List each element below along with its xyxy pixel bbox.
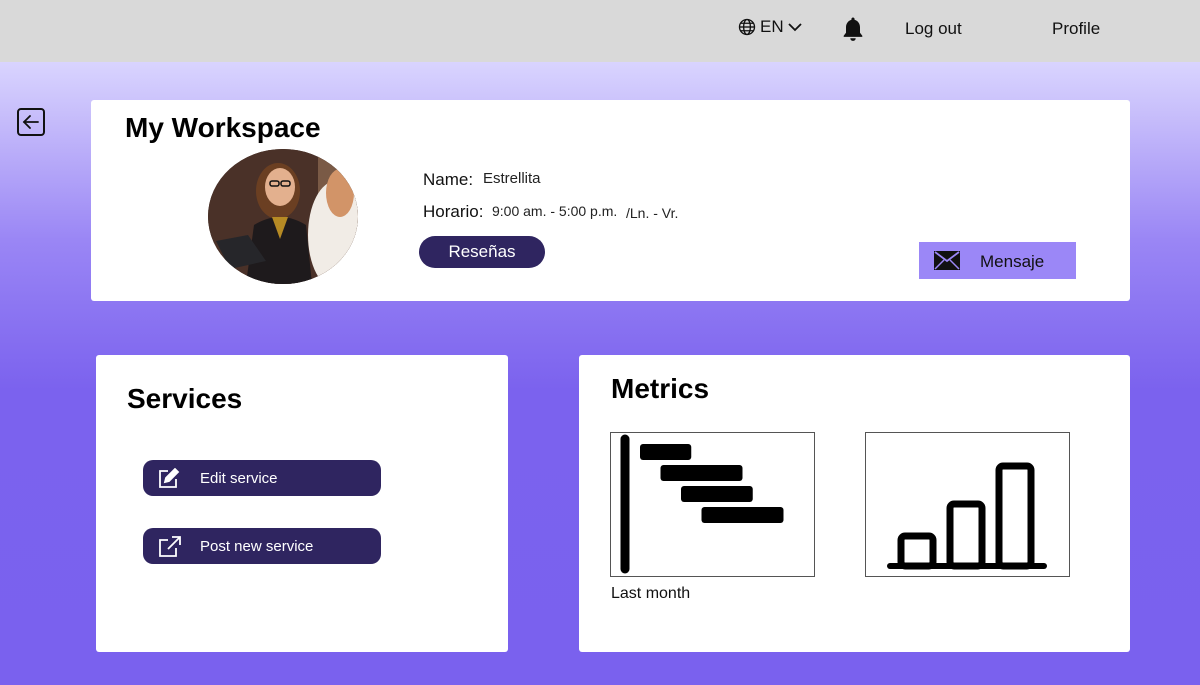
metrics-card: Metrics Last month bbox=[579, 355, 1130, 652]
horario-days: /Ln. - Vr. bbox=[626, 205, 679, 221]
vertical-bar-chart-svg bbox=[887, 462, 1047, 570]
chevron-down-icon bbox=[787, 23, 802, 32]
services-title: Services bbox=[127, 383, 243, 414]
avatar bbox=[208, 149, 358, 284]
horario-label: Horario: bbox=[423, 202, 484, 221]
mail-icon bbox=[934, 251, 960, 270]
chart1-bar bbox=[660, 465, 743, 481]
chart1-bar bbox=[701, 507, 784, 523]
page-title: My Workspace bbox=[125, 112, 321, 143]
vertical-bar-chart bbox=[865, 432, 1070, 577]
chart1-bar bbox=[681, 486, 753, 502]
globe-icon bbox=[738, 18, 756, 36]
chart2-bar bbox=[946, 500, 986, 570]
chart-caption: Last month bbox=[611, 585, 691, 602]
language-label: EN bbox=[760, 17, 784, 36]
notifications-button[interactable] bbox=[841, 16, 865, 47]
top-bar: EN Log out Profile bbox=[0, 0, 1200, 62]
post-new-service-button[interactable]: Post new service bbox=[143, 528, 381, 564]
language-selector[interactable]: EN bbox=[738, 17, 802, 37]
chart2-bar bbox=[897, 532, 937, 570]
logout-link[interactable]: Log out bbox=[905, 19, 962, 39]
back-arrow-icon bbox=[22, 115, 39, 129]
horizontal-bar-chart-svg bbox=[620, 434, 784, 574]
chart2-bar bbox=[995, 462, 1035, 570]
workspace-card: My Workspace Name: Estrellita Horario: 9… bbox=[91, 100, 1130, 301]
back-button[interactable] bbox=[17, 108, 45, 136]
bell-icon bbox=[843, 17, 863, 41]
name-value: Estrellita bbox=[483, 170, 541, 187]
horizontal-bar-chart bbox=[610, 432, 815, 577]
resenas-button[interactable]: Reseñas bbox=[419, 236, 545, 268]
metrics-title: Metrics bbox=[611, 373, 710, 404]
profile-link[interactable]: Profile bbox=[1052, 19, 1100, 39]
chart1-bar bbox=[640, 444, 692, 460]
name-label: Name: bbox=[423, 170, 474, 189]
external-link-icon bbox=[159, 536, 181, 557]
mensaje-button[interactable]: Mensaje bbox=[919, 242, 1076, 279]
services-card: Services Edit service Post new service bbox=[96, 355, 508, 652]
edit-service-label: Edit service bbox=[200, 470, 278, 487]
edit-icon bbox=[159, 468, 180, 488]
mensaje-label: Mensaje bbox=[980, 252, 1045, 271]
horario-value: 9:00 am. - 5:00 p.m. bbox=[492, 203, 618, 219]
edit-service-button[interactable]: Edit service bbox=[143, 460, 381, 496]
post-new-service-label: Post new service bbox=[200, 538, 314, 555]
